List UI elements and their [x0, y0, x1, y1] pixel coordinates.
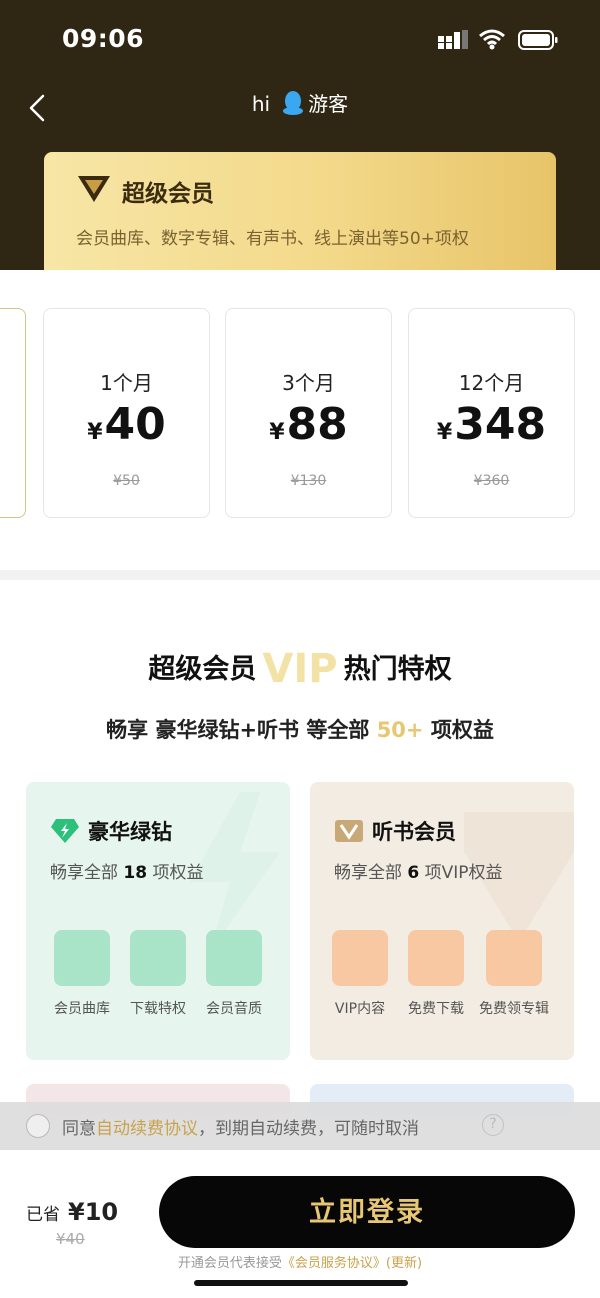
audiobook-logo-icon — [335, 820, 363, 842]
privileges-subheading: 畅享 豪华绿钻+听书 等全部 50+ 项权益 — [106, 718, 494, 742]
login-button[interactable]: 立即登录 — [159, 1176, 575, 1248]
plan-duration: 3个月 — [282, 371, 335, 395]
vip-card-subtitle: 会员曲库、数字专辑、有声书、线上演出等50+项权 — [76, 229, 469, 249]
privileges-heading: 超级会员 VIP 热门特权 — [148, 646, 452, 692]
service-agreement-link[interactable]: 《会员服务协议》(更新) — [282, 1256, 422, 1271]
plan-original-price: ¥130 — [290, 473, 327, 489]
card-description: 畅享全部 18 项权益 — [50, 863, 204, 883]
agree-checkbox[interactable] — [26, 1114, 50, 1138]
super-vip-card: 超级会员 会员曲库、数字专辑、有声书、线上演出等50+项权 — [44, 152, 556, 270]
greeting-text: hi — [251, 92, 271, 116]
user-greeting[interactable]: hi 游客 — [0, 88, 600, 117]
plan-card-3-month[interactable]: 3个月 ¥88 ¥130 — [225, 308, 392, 518]
plan-card-partial[interactable] — [0, 308, 26, 518]
wifi-icon — [479, 29, 505, 50]
auto-renew-agreement: 同意自动续费协议，到期自动续费，可随时取消 ? — [0, 1102, 600, 1150]
plan-duration: 12个月 — [458, 371, 525, 395]
vip-card-title: 超级会员 — [122, 181, 214, 207]
plan-price: ¥348 — [436, 399, 547, 450]
plan-selector: 1个月 ¥40 ¥50 3个月 ¥88 ¥130 12个月 ¥348 ¥360 — [0, 270, 600, 570]
vip-content-icon — [332, 930, 388, 986]
privileges-section: 超级会员 VIP 热门特权 畅享 豪华绿钻+听书 等全部 50+ 项权益 豪华绿钻 … — [0, 580, 600, 1100]
status-time: 09:06 — [62, 24, 145, 53]
download-icon — [408, 930, 464, 986]
qq-penguin-icon — [283, 91, 304, 115]
feature-vip-content[interactable]: VIP内容 — [320, 930, 400, 1018]
battery-icon — [518, 30, 558, 50]
green-diamond-card[interactable]: 豪华绿钻 畅享全部 18 项权益 会员曲库 下载特权 会员音质 — [26, 782, 290, 1060]
feature-member-library[interactable]: 会员曲库 — [42, 930, 122, 1018]
download-icon — [130, 930, 186, 986]
plan-original-price: ¥360 — [473, 473, 510, 489]
home-indicator[interactable] — [194, 1280, 408, 1286]
plan-card-12-month[interactable]: 12个月 ¥348 ¥360 — [408, 308, 575, 518]
auto-renew-link[interactable]: 自动续费协议 — [96, 1119, 198, 1139]
service-terms: 开通会员代表接受《会员服务协议》(更新) — [177, 1256, 423, 1271]
feature-download-privilege[interactable]: 下载特权 — [118, 930, 198, 1018]
plan-card-1-month[interactable]: 1个月 ¥40 ¥50 — [43, 308, 210, 518]
agreement-text: 同意自动续费协议，到期自动续费，可随时取消 — [62, 1119, 419, 1139]
green-diamond-icon — [51, 819, 79, 843]
disc-icon — [206, 930, 262, 986]
plan-price: ¥40 — [87, 399, 166, 450]
card-title: 豪华绿钻 — [88, 820, 172, 844]
plan-original-price: ¥50 — [113, 473, 140, 489]
card-description: 畅享全部 6 项VIP权益 — [334, 863, 503, 883]
cloud-music-icon — [54, 930, 110, 986]
saved-amount: 已省 ¥10 — [26, 1198, 119, 1226]
audiobook-member-card[interactable]: 听书会员 畅享全部 6 项VIP权益 VIP内容 免费下载 免费领专辑 — [310, 782, 574, 1060]
card-title: 听书会员 — [372, 820, 456, 844]
vip-v-logo-icon — [78, 176, 110, 202]
plan-price: ¥88 — [269, 399, 348, 450]
bottom-bar: 已省 ¥10 ¥40 立即登录 开通会员代表接受《会员服务协议》(更新) — [0, 1150, 600, 1298]
feature-member-quality[interactable]: 会员音质 — [194, 930, 274, 1018]
status-bar: 09:06 — [0, 0, 600, 80]
album-icon — [486, 930, 542, 986]
help-icon[interactable]: ? — [482, 1114, 504, 1136]
plan-duration: 1个月 — [100, 371, 153, 395]
header-area: 09:06 hi 游客 超级会员 会员曲库、数字专辑、有声书、线上演出等50+项… — [0, 0, 600, 270]
feature-free-download[interactable]: 免费下载 — [396, 930, 476, 1018]
original-total: ¥40 — [56, 1230, 85, 1248]
username: 游客 — [308, 92, 349, 116]
section-divider — [0, 570, 600, 580]
cellular-signal-icon — [438, 30, 468, 49]
feature-free-album[interactable]: 免费领专辑 — [474, 930, 554, 1018]
